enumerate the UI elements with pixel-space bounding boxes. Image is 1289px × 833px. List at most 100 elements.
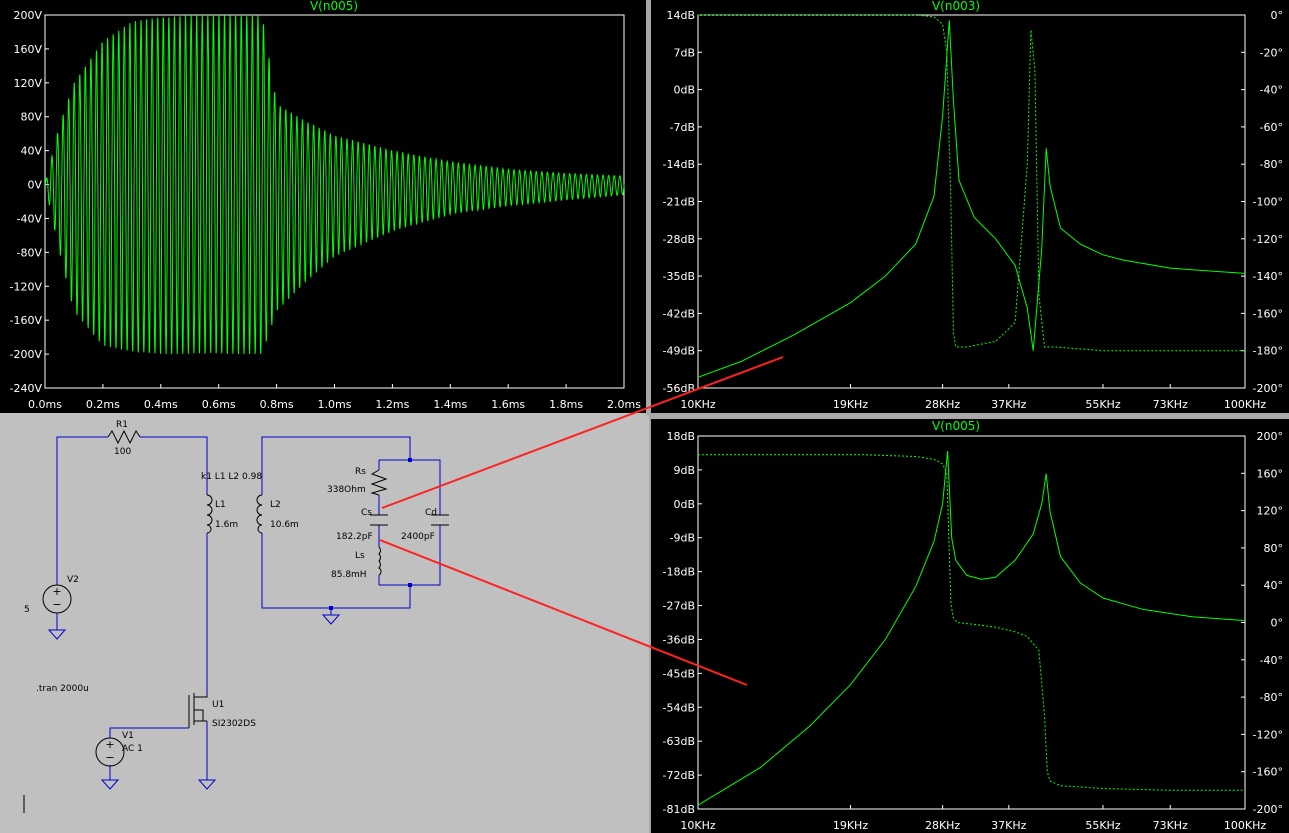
tick-label: 200V — [13, 9, 42, 22]
tick-label: -14dB — [663, 158, 696, 171]
r1-value: 100 — [114, 447, 131, 457]
tick-label: 10KHz — [680, 398, 715, 411]
tick-label: 0.4ms — [144, 398, 178, 411]
v2-label: V2 — [67, 575, 79, 585]
tick-label: -54dB — [663, 701, 696, 714]
cs-value: 182.2pF — [336, 532, 373, 542]
tick-label: -200° — [1253, 803, 1283, 816]
tick-label: 0° — [1271, 617, 1284, 630]
tick-label: 100KHz — [1224, 398, 1266, 411]
schematic: + − + − R1 100 k1 L1 L2 0.98 L1 1.6m L2 — [23, 420, 449, 813]
tick-label: -180° — [1253, 345, 1283, 358]
plot-frame — [697, 435, 1246, 810]
plot-title: V(n005) — [310, 0, 358, 13]
ground-icon — [100, 779, 120, 790]
tick-label: 28KHz — [925, 819, 960, 832]
tick-label: 2.0ms — [607, 398, 641, 411]
junction-dot — [408, 583, 412, 587]
tick-label: 55KHz — [1085, 819, 1120, 832]
tick-label: 73KHz — [1153, 398, 1188, 411]
tick-label: -28dB — [663, 233, 696, 246]
cs-label: Cs — [361, 508, 372, 518]
schematic-pane[interactable]: + − + − R1 100 k1 L1 L2 0.98 L1 1.6m L2 — [0, 415, 649, 833]
junction-dot — [408, 458, 412, 462]
series-line — [44, 14, 625, 355]
tick-label: -200V — [10, 348, 43, 361]
ac-plot-top: V(n003) 14dB 7dB 0dB -7dB -14dB -21dB -28dB -35… — [663, 0, 1284, 411]
tick-label: 120V — [13, 77, 42, 90]
resistor-rs[interactable] — [370, 469, 388, 496]
tick-label: 7dB — [673, 46, 695, 59]
tick-label: 40° — [1264, 579, 1284, 592]
tick-label: -40° — [1260, 654, 1283, 667]
tran-directive[interactable]: .tran 2000u — [36, 684, 89, 694]
tick-label: 1.8ms — [549, 398, 583, 411]
l2-label: L2 — [270, 500, 281, 510]
tick-label: 0° — [1271, 9, 1284, 22]
tick-label: -40° — [1260, 84, 1283, 97]
tick-label: -100° — [1253, 196, 1283, 209]
plot-frame — [697, 14, 1246, 389]
v1-label: V1 — [122, 731, 134, 741]
coupling-directive[interactable]: k1 L1 L2 0.98 — [201, 472, 262, 482]
v2-value: 5 — [24, 605, 30, 615]
tick-label: -81dB — [663, 803, 696, 816]
ground-icon — [321, 614, 341, 625]
transient-plot: V(n005) 200V 160V 120V 80V 40V 0V -40V -80V -120… — [10, 0, 642, 411]
junction-dot — [329, 606, 333, 610]
tick-label: -160V — [10, 314, 43, 327]
tick-label: 100KHz — [1224, 819, 1266, 832]
tick-label: -49dB — [663, 345, 696, 358]
mosfet-u1[interactable] — [188, 693, 208, 728]
tick-label: -120° — [1253, 233, 1283, 246]
phase-line — [698, 454, 1245, 791]
inductor-ls[interactable] — [378, 546, 382, 576]
tick-label: -56dB — [663, 382, 696, 395]
tick-label: -120° — [1253, 728, 1283, 741]
tick-label: -36dB — [663, 633, 696, 646]
tick-label: -9dB — [670, 532, 696, 545]
inductor-l2[interactable] — [256, 494, 263, 534]
tick-label: -140° — [1253, 270, 1283, 283]
tick-label: 120° — [1257, 505, 1284, 518]
tick-label: -80° — [1260, 158, 1283, 171]
tick-label: 160° — [1257, 467, 1284, 480]
ac-plot-bottom-pane[interactable]: V(n005) 18dB 9dB 0dB -9dB -18dB -27dB -36dB -45… — [651, 419, 1289, 833]
ac-plot-top-pane[interactable]: V(n003) 14dB 7dB 0dB -7dB -14dB -21dB -28dB -35… — [651, 0, 1289, 413]
resistor-r1[interactable] — [107, 429, 141, 445]
tick-label: -160° — [1253, 766, 1283, 779]
tick-label: 14dB — [666, 9, 695, 22]
plus-icon: + — [105, 738, 114, 751]
cd-value: 2400pF — [401, 532, 435, 542]
tick-label: -27dB — [663, 600, 696, 613]
rs-label: Rs — [355, 467, 366, 477]
tick-label: -35dB — [663, 270, 696, 283]
tick-label: 0dB — [673, 84, 695, 97]
magnitude-line — [697, 20, 1246, 378]
rs-value: 338Ohm — [327, 485, 366, 495]
tick-label: 1.2ms — [375, 398, 409, 411]
ground-icon — [47, 629, 67, 640]
tick-label: -20° — [1260, 46, 1283, 59]
tick-label: 37KHz — [991, 819, 1026, 832]
tick-label: 10KHz — [680, 819, 715, 832]
transient-plot-pane[interactable]: V(n005) 200V 160V 120V 80V 40V 0V -40V -80V -120… — [0, 0, 646, 413]
plot-title: V(n005) — [932, 419, 980, 433]
tick-label: -200° — [1253, 382, 1283, 395]
tick-label: 19KHz — [833, 819, 868, 832]
phase-line — [698, 14, 1245, 352]
tick-label: -72dB — [663, 769, 696, 782]
tick-label: 55KHz — [1085, 398, 1120, 411]
tick-label: -120V — [10, 280, 43, 293]
tick-label: -21dB — [663, 196, 696, 209]
tick-label: -80° — [1260, 691, 1283, 704]
tick-label: 73KHz — [1153, 819, 1188, 832]
tick-label: 0.8ms — [260, 398, 294, 411]
minus-icon: − — [52, 598, 61, 611]
tick-label: -63dB — [663, 735, 696, 748]
cd-label: Cd — [425, 508, 437, 518]
capacitor-cs[interactable] — [370, 514, 388, 526]
tick-label: 40V — [20, 145, 42, 158]
tick-label: -60° — [1260, 121, 1283, 134]
inductor-l1[interactable] — [206, 494, 213, 534]
